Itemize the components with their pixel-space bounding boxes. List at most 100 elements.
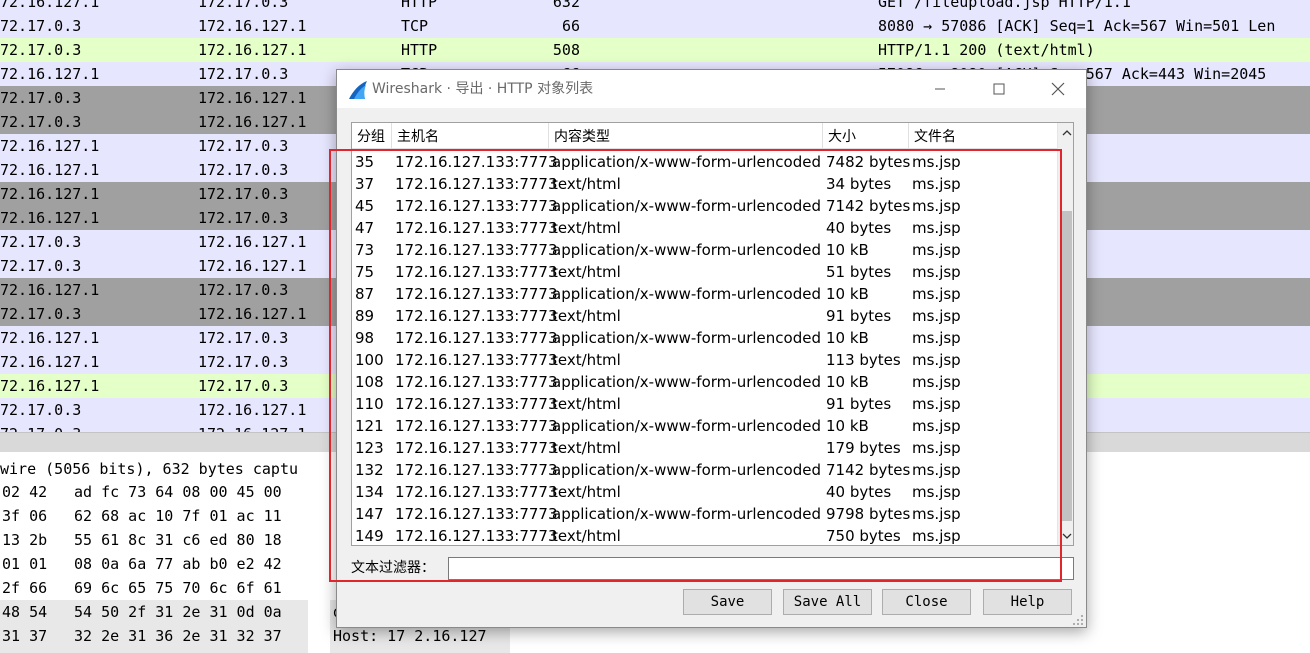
hostname: 172.16.127.133:7773 — [395, 153, 558, 171]
table-row[interactable]: 108 172.16.127.133:7773 application/x-www-… — [352, 371, 1057, 393]
content-type: text/html — [552, 307, 621, 325]
packet-number: 75 — [355, 263, 375, 281]
size: 7142 bytes — [826, 197, 911, 215]
packet-number: 134 — [355, 483, 384, 501]
column-header-packet[interactable]: ^ 分组 — [352, 123, 392, 149]
hex-bytes: 62 68 ac 10 7f 01 ac 11 — [74, 507, 282, 525]
source-address: 72.16.127.1 — [0, 185, 100, 203]
size: 40 bytes — [826, 219, 892, 237]
source-address: 72.16.127.1 — [0, 281, 100, 299]
table-row[interactable]: 149 172.16.127.133:7773 text/html 750 bytes… — [352, 525, 1057, 545]
protocol: HTTP — [401, 0, 438, 11]
destination-address: 172.16.127.1 — [198, 257, 307, 275]
packet-number: 87 — [355, 285, 375, 303]
filename: ms.jsp — [912, 417, 961, 435]
content-type: application/x-www-form-urlencoded — [552, 417, 821, 435]
source-address: 72.16.127.1 — [0, 209, 100, 227]
minimize-button[interactable] — [910, 70, 970, 108]
table-row[interactable]: 98 172.16.127.133:7773 application/x-www-f… — [352, 327, 1057, 349]
packet-number: 147 — [355, 505, 384, 523]
column-header-hostname[interactable]: 主机名 — [392, 123, 549, 149]
table-header: ^ 分组 主机名 内容类型 大小 文件名 — [352, 123, 1057, 149]
destination-address: 172.17.0.3 — [198, 185, 289, 203]
packet-row[interactable]: 72.17.0.3 172.16.127.1 TCP 66 8080 → 57086 [… — [0, 14, 1310, 38]
filename: ms.jsp — [912, 197, 961, 215]
column-header-label: 主机名 — [397, 129, 439, 145]
column-header-label: 内容类型 — [554, 129, 610, 145]
content-type: application/x-www-form-urlencoded — [552, 197, 821, 215]
save-button[interactable]: Save — [683, 589, 772, 615]
table-row[interactable]: 110 172.16.127.133:7773 text/html 91 bytes m… — [352, 393, 1057, 415]
size: 10 kB — [826, 241, 869, 259]
close-window-button[interactable] — [1028, 70, 1088, 108]
filename: ms.jsp — [912, 527, 961, 545]
source-address: 72.17.0.3 — [0, 305, 82, 323]
table-row[interactable]: 132 172.16.127.133:7773 application/x-www-… — [352, 459, 1057, 481]
source-address: 72.17.0.3 — [0, 422, 81, 432]
size: 51 bytes — [826, 263, 892, 281]
wireshark-fin-icon — [349, 81, 367, 99]
content-type: application/x-www-form-urlencoded — [552, 329, 821, 347]
packet-row[interactable]: 72.16.127.1 172.17.0.3 HTTP 632 GET /fileupl… — [0, 0, 1310, 14]
hex-bytes: 13 2b — [2, 531, 48, 549]
info: HTTP/1.1 200 (text/html) — [878, 41, 1095, 59]
column-header-content-type[interactable]: 内容类型 — [549, 123, 823, 149]
packet-number: 132 — [355, 461, 384, 479]
table-vertical-scrollbar[interactable] — [1057, 123, 1073, 545]
table-row[interactable]: 100 172.16.127.133:7773 text/html 113 bytes… — [352, 349, 1057, 371]
table-row[interactable]: 75 172.16.127.133:7773 text/html 51 bytes ms… — [352, 261, 1057, 283]
packet-number: 98 — [355, 329, 375, 347]
hex-bytes: 37 37 — [2, 648, 47, 653]
destination-address: 172.17.0.3 — [198, 161, 289, 179]
table-row[interactable]: 121 172.16.127.133:7773 application/x-www-… — [352, 415, 1057, 437]
table-row[interactable]: 89 172.16.127.133:7773 text/html 91 bytes ms… — [352, 305, 1057, 327]
table-row[interactable]: 123 172.16.127.133:7773 text/html 179 bytes… — [352, 437, 1057, 459]
help-button[interactable]: Help — [983, 589, 1072, 615]
size: 179 bytes — [826, 439, 901, 457]
table-row[interactable]: 73 172.16.127.133:7773 application/x-www-f… — [352, 239, 1057, 261]
destination-address: 172.16.127.1 — [198, 113, 307, 131]
http-objects-table[interactable]: ^ 分组 主机名 内容类型 大小 文件名 35 172.16.127.133:77… — [351, 122, 1074, 546]
source-address: 72.16.127.1 — [0, 161, 100, 179]
table-row[interactable]: 147 172.16.127.133:7773 application/x-www-… — [352, 503, 1057, 525]
filename: ms.jsp — [912, 483, 961, 501]
column-header-size[interactable]: 大小 — [823, 123, 909, 149]
column-header-filename[interactable]: 文件名 — [909, 123, 1057, 149]
content-type: text/html — [552, 219, 621, 237]
table-row[interactable]: 35 172.16.127.133:7773 application/x-www-f… — [352, 151, 1057, 173]
size: 10 kB — [826, 417, 869, 435]
maximize-icon — [993, 83, 1005, 95]
resize-grip-icon[interactable] — [1072, 614, 1084, 626]
source-address: 72.17.0.3 — [0, 257, 82, 275]
source-address: 72.17.0.3 — [0, 41, 82, 59]
source-address: 72.17.0.3 — [0, 113, 82, 131]
scroll-up-button[interactable] — [1058, 123, 1073, 141]
table-row[interactable]: 45 172.16.127.133:7773 application/x-www-f… — [352, 195, 1057, 217]
dialog-titlebar[interactable]: Wireshark · 导出 · HTTP 对象列表 — [337, 70, 1086, 108]
table-row[interactable]: 87 172.16.127.133:7773 application/x-www-f… — [352, 283, 1057, 305]
scroll-thumb[interactable] — [1060, 211, 1072, 521]
size: 113 bytes — [826, 351, 901, 369]
hex-bytes: 54 50 2f 31 2e 31 0d 0a — [74, 603, 282, 621]
scroll-down-button[interactable] — [1058, 527, 1073, 545]
maximize-button[interactable] — [969, 70, 1029, 108]
save-all-button[interactable]: Save All — [783, 589, 872, 615]
content-type: application/x-www-form-urlencoded — [552, 373, 821, 391]
size: 750 bytes — [826, 527, 901, 545]
table-row[interactable]: 47 172.16.127.133:7773 text/html 40 bytes ms… — [352, 217, 1057, 239]
close-button[interactable]: Close — [882, 589, 971, 615]
table-row[interactable]: 37 172.16.127.133:7773 text/html 34 bytes ms… — [352, 173, 1057, 195]
hostname: 172.16.127.133:7773 — [395, 505, 558, 523]
hex-bytes: 48 54 — [2, 603, 48, 621]
table-row[interactable]: 134 172.16.127.133:7773 text/html 40 bytes m… — [352, 481, 1057, 503]
hex-bytes: 55 61 8c 31 c6 ed 80 18 — [74, 531, 282, 549]
text-filter-input[interactable] — [448, 557, 1074, 580]
packet-number: 89 — [355, 307, 375, 325]
source-address: 72.16.127.1 — [0, 65, 100, 83]
filename: ms.jsp — [912, 395, 961, 413]
chevron-down-icon — [1062, 533, 1071, 539]
hostname: 172.16.127.133:7773 — [395, 219, 558, 237]
packet-row[interactable]: 72.17.0.3 172.16.127.1 HTTP 508 HTTP/1.1 200… — [0, 38, 1310, 62]
source-address: 72.17.0.3 — [0, 17, 82, 35]
packet-number: 149 — [355, 527, 384, 545]
